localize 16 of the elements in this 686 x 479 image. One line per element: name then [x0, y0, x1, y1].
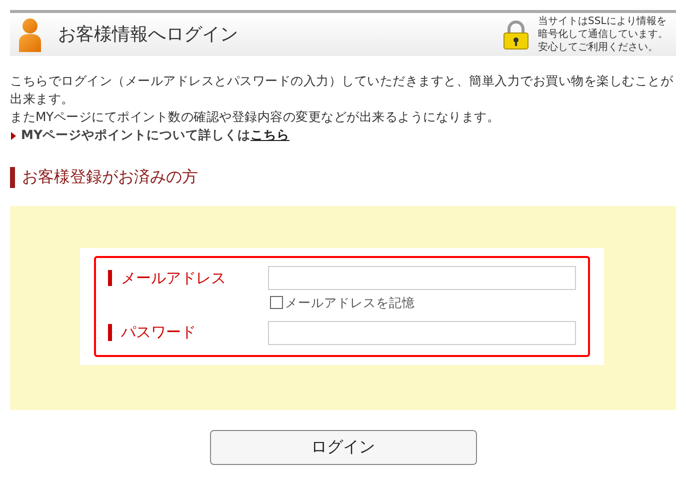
ssl-notice-line: 当サイトはSSLにより情報を: [538, 15, 668, 28]
user-icon: [18, 18, 42, 52]
section-heading: お客様登録がお済みの方: [10, 167, 676, 188]
ssl-notice-line: 安心してご利用ください。: [538, 41, 659, 54]
ssl-notice-line: 暗号化して通信しています。: [538, 28, 668, 41]
details-link[interactable]: こちら: [250, 127, 290, 142]
intro-text: またMYページにてポイント数の確認や登録内容の変更などが出来るようになります。: [10, 108, 501, 126]
intro-text: こちらでログイン（メールアドレスとパスワードの入力）していただきますと、簡単入力でお買い物を楽しむことが出来ます。: [10, 72, 674, 108]
bullet-arrow-icon: [10, 132, 17, 140]
remember-checkbox[interactable]: メールアドレスを記憶: [270, 294, 415, 313]
page-title: お客様情報へログイン: [58, 23, 238, 47]
email-field[interactable]: [268, 266, 576, 290]
info-text: MYページやポイントについて詳しくはこちら: [21, 126, 290, 144]
login-button[interactable]: ログイン: [210, 430, 476, 465]
padlock-icon: [502, 20, 530, 50]
password-field[interactable]: [268, 320, 576, 345]
